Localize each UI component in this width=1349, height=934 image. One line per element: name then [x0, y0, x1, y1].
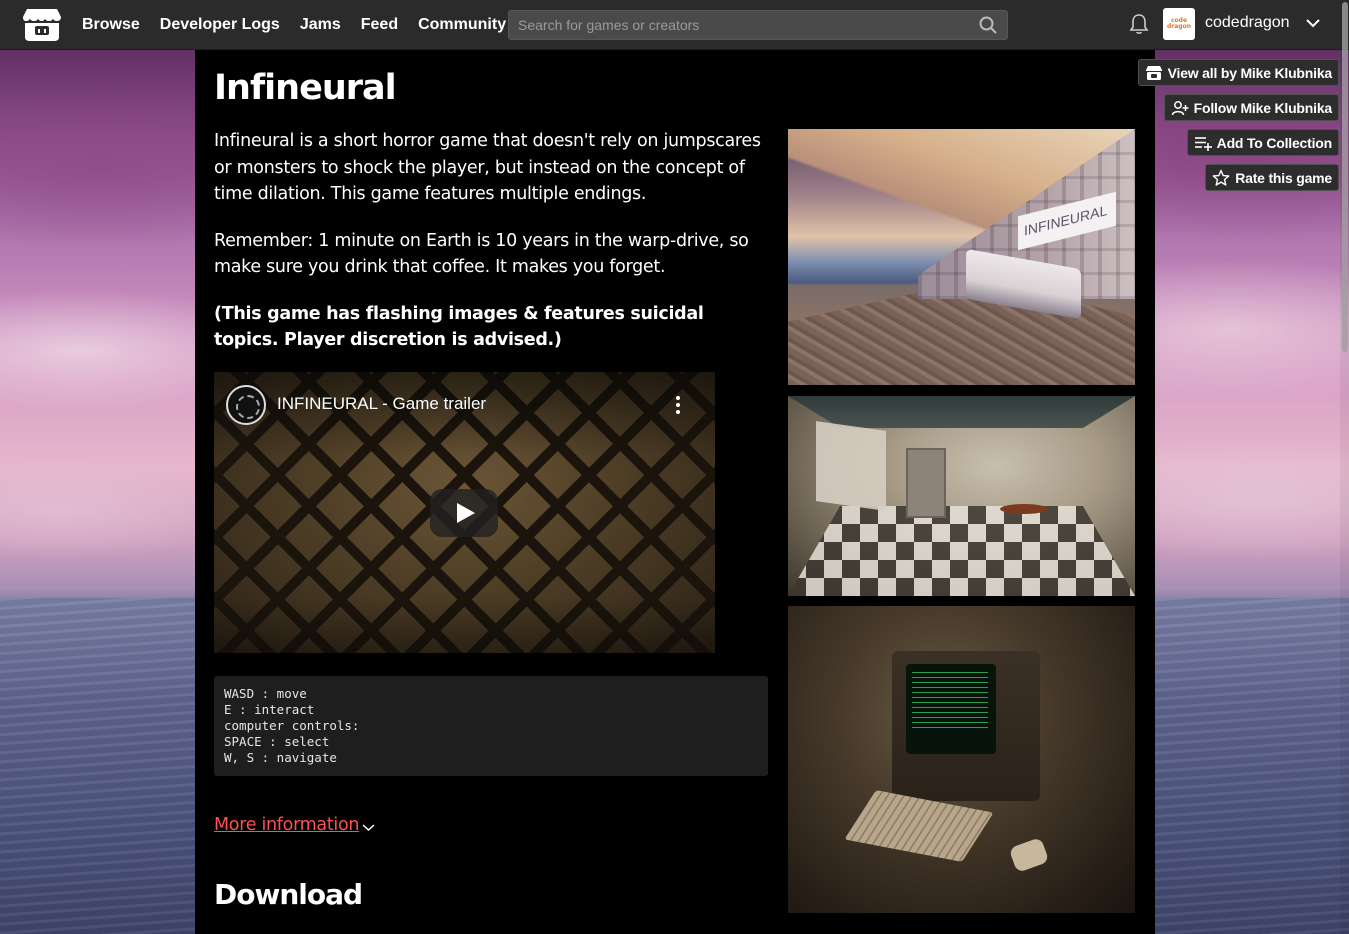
game-action-buttons: View all by Mike Klubnika Follow Mike Kl… — [1137, 59, 1339, 191]
add-to-collection-button[interactable]: Add To Collection — [1186, 129, 1339, 156]
game-page-column: Infineural Infineural is a short horror … — [195, 50, 1155, 934]
chevron-down-icon[interactable] — [362, 822, 375, 832]
page-scrollbar[interactable] — [1340, 0, 1349, 934]
game-title: Infineural — [214, 68, 397, 108]
main-nav: Browse Developer Logs Jams Feed Communit… — [82, 0, 506, 50]
follow-label: Follow Mike Klubnika — [1193, 99, 1333, 116]
screenshot-street[interactable]: INFINEURAL — [788, 129, 1135, 385]
more-information-link[interactable]: More information — [214, 815, 359, 835]
computer-mouse — [1008, 836, 1050, 874]
rate-label: Rate this game — [1235, 169, 1332, 186]
channel-avatar-icon[interactable] — [226, 385, 266, 425]
avatar-text-line2: dragon — [1167, 23, 1191, 30]
room-door — [906, 448, 946, 518]
itchio-logo-icon[interactable] — [22, 7, 62, 43]
description-paragraph-2: Remember: 1 minute on Earth is 10 years … — [214, 230, 749, 278]
nav-jams[interactable]: Jams — [300, 16, 341, 34]
trailer-video[interactable]: INFINEURAL - Game trailer — [214, 372, 715, 653]
game-description: Infineural is a short horror game that d… — [214, 128, 764, 374]
add-to-collection-label: Add To Collection — [1216, 134, 1333, 151]
nav-community[interactable]: Community — [418, 16, 506, 34]
username[interactable]: codedragon — [1205, 14, 1290, 32]
play-button[interactable] — [430, 489, 498, 537]
itchio-logo-icon — [1145, 65, 1162, 80]
scrollbar-thumb[interactable] — [1342, 2, 1348, 352]
view-all-label: View all by Mike Klubnika — [1167, 64, 1333, 81]
room-table — [1000, 504, 1048, 514]
computer-screen — [906, 664, 996, 754]
video-title[interactable]: INFINEURAL - Game trailer — [277, 394, 486, 414]
notification-bell-icon[interactable] — [1129, 13, 1149, 35]
checkered-floor — [788, 506, 1135, 596]
add-user-icon — [1171, 100, 1189, 115]
room-ceiling — [788, 396, 1135, 428]
user-avatar[interactable]: code dragon — [1163, 8, 1195, 40]
screenshot-room[interactable] — [788, 396, 1135, 596]
search-input[interactable] — [509, 11, 1007, 39]
nav-developer-logs[interactable]: Developer Logs — [160, 16, 280, 34]
follow-author-button[interactable]: Follow Mike Klubnika — [1163, 94, 1339, 121]
controls-code-block: WASD : move E : interact computer contro… — [214, 676, 768, 776]
nav-browse[interactable]: Browse — [82, 16, 140, 34]
playlist-add-icon — [1194, 136, 1212, 151]
search-icon[interactable] — [979, 16, 997, 34]
download-heading: Download — [214, 878, 363, 911]
nav-feed[interactable]: Feed — [361, 16, 398, 34]
wall-poster — [816, 421, 886, 511]
description-paragraph-1: Infineural is a short horror game that d… — [214, 131, 761, 204]
screenshot-computer[interactable] — [788, 606, 1135, 913]
chevron-down-icon[interactable] — [1305, 17, 1321, 29]
rate-game-button[interactable]: Rate this game — [1205, 164, 1339, 191]
search-box — [508, 10, 1008, 40]
content-warning: (This game has flashing images & feature… — [214, 303, 704, 351]
top-navigation-bar: Browse Developer Logs Jams Feed Communit… — [0, 0, 1349, 50]
more-options-icon[interactable] — [674, 394, 682, 416]
view-all-by-author-button[interactable]: View all by Mike Klubnika — [1137, 59, 1339, 86]
star-icon — [1212, 169, 1230, 186]
